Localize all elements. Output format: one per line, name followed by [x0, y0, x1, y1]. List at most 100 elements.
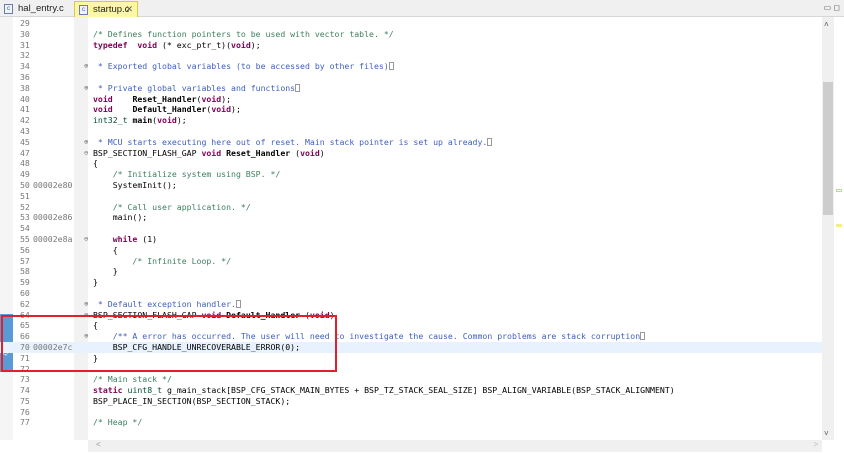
overview-mark[interactable] — [836, 224, 842, 227]
code-token: ) — [319, 147, 325, 158]
code-text: * Default exception handler. — [93, 299, 241, 310]
code-token: g_main_stack[BSP_CFG_STACK_MAIN_BYTES + … — [162, 385, 675, 396]
code-token: (* exc_ptr_t)( — [157, 39, 232, 50]
code-line[interactable]: 54 — [0, 223, 822, 234]
scroll-right-icon[interactable]: > — [813, 440, 818, 449]
maximize-icon[interactable]: ◻ — [833, 3, 840, 12]
code-text: { — [93, 245, 118, 256]
code-token: * Private global variables and functions — [93, 82, 296, 93]
code-token: main(); — [93, 212, 148, 223]
line-number: 50 — [20, 179, 30, 190]
code-line[interactable]: 48 { — [0, 158, 822, 169]
code-line[interactable]: 36 — [0, 72, 822, 83]
line-number: 74 — [20, 385, 30, 396]
code-token: { — [93, 158, 98, 169]
code-token: void — [201, 93, 222, 104]
code-line[interactable]: 74 static uint8_t g_main_stack[BSP_CFG_ST… — [0, 385, 822, 396]
code-line[interactable]: 42 int32_t main(void); — [0, 115, 822, 126]
minimize-icon[interactable]: ▭ — [824, 3, 832, 12]
code-line[interactable]: 73 /* Main stack */ — [0, 374, 822, 385]
code-line[interactable]: 43 — [0, 126, 822, 137]
tab-label: hal_entry.c — [18, 3, 64, 14]
code-token: } — [93, 266, 118, 277]
code-line[interactable]: 41 void Default_Handler(void); — [0, 104, 822, 115]
code-line[interactable]: 55 00002e8a ⊖ while (1) — [0, 234, 822, 245]
code-token: ( — [290, 147, 301, 158]
expand-fold-icon[interactable]: ⊕ — [84, 61, 88, 72]
collapse-fold-icon[interactable]: ⊖ — [84, 148, 88, 159]
line-number: 40 — [20, 93, 30, 104]
code-token: void — [137, 39, 158, 50]
line-number: 48 — [20, 158, 30, 169]
code-token: /* Infinite Loop. */ — [93, 255, 232, 266]
code-text: static uint8_t g_main_stack[BSP_CFG_STAC… — [93, 385, 675, 396]
folded-content-icon[interactable] — [640, 332, 646, 341]
scroll-left-icon[interactable]: < — [96, 440, 101, 449]
line-number: 52 — [20, 201, 30, 212]
vertical-scrollbar[interactable]: ˄ ˅ — [822, 17, 834, 440]
code-token: void — [211, 104, 232, 115]
code-token: } — [93, 277, 98, 288]
code-line[interactable]: 56 { — [0, 245, 822, 256]
close-tab-icon[interactable]: ✕ — [125, 2, 133, 17]
line-number: 34 — [20, 61, 30, 72]
code-token: Reset_Handler — [226, 147, 291, 158]
code-line[interactable]: 53 00002e86 main(); — [0, 212, 822, 223]
scroll-up-icon[interactable]: ˄ — [824, 20, 829, 29]
code-line[interactable]: 62 ⊕ * Default exception handler. — [0, 299, 822, 310]
line-number: 57 — [20, 255, 30, 266]
code-line[interactable]: 30 /* Defines function pointers to be use… — [0, 29, 822, 40]
code-line[interactable]: 59} — [0, 277, 822, 288]
code-text: void Default_Handler(void); — [93, 104, 241, 115]
code-line[interactable]: 38 ⊕ * Private global variables and funct… — [0, 83, 822, 94]
scroll-down-icon[interactable]: ˅ — [824, 429, 829, 438]
code-line[interactable]: 57 /* Infinite Loop. */ — [0, 256, 822, 267]
code-line[interactable]: 32 — [0, 50, 822, 61]
code-line[interactable]: 76 — [0, 407, 822, 418]
tab-startup[interactable]: c startup.c ✕ — [74, 1, 138, 17]
scrollbar-thumb[interactable] — [823, 82, 833, 215]
code-text: * MCU starts executing here out of reset… — [93, 137, 493, 148]
code-line[interactable]: 29 — [0, 18, 822, 29]
line-number: 43 — [20, 125, 30, 136]
folded-content-icon[interactable] — [295, 83, 301, 92]
code-line[interactable]: 52 /* Call user application. */ — [0, 202, 822, 213]
code-text: * Private global variables and functions — [93, 82, 301, 94]
expand-fold-icon[interactable]: ⊕ — [84, 137, 88, 148]
code-line[interactable]: 40 void Reset_Handler(void); — [0, 94, 822, 105]
line-number: 53 — [20, 212, 30, 223]
expand-fold-icon[interactable]: ⊕ — [84, 299, 88, 310]
folded-content-icon[interactable] — [388, 62, 394, 71]
folded-content-icon[interactable] — [235, 299, 241, 308]
code-line[interactable]: 50 00002e80 SystemInit(); — [0, 180, 822, 191]
code-text: * Exported global variables (to be acces… — [93, 61, 394, 72]
instruction-address: 00002e86 — [33, 212, 73, 223]
code-token: SystemInit(); — [93, 179, 177, 190]
tab-hal-entry[interactable]: c hal_entry.c — [0, 1, 72, 17]
code-line[interactable]: 75 BSP_PLACE_IN_SECTION(BSP_SECTION_STACK… — [0, 396, 822, 407]
collapse-fold-icon[interactable]: ⊖ — [84, 234, 88, 245]
code-token: uint8_t — [127, 385, 163, 396]
code-line[interactable]: 45 ⊕ * MCU starts executing here out of r… — [0, 137, 822, 148]
code-line[interactable]: 58 } — [0, 266, 822, 277]
line-number: 62 — [20, 298, 30, 309]
code-line[interactable]: 47 ⊖ BSP_SECTION_FLASH_GAP void Reset_Hand… — [0, 148, 822, 159]
code-line[interactable]: 51 — [0, 191, 822, 202]
overview-mark[interactable] — [836, 189, 842, 192]
code-token: void — [93, 93, 113, 104]
code-text: SystemInit(); — [93, 180, 177, 191]
code-text: typedef void (* exc_ptr_t)(void); — [93, 40, 261, 51]
line-number: 76 — [20, 406, 30, 417]
expand-fold-icon[interactable]: ⊕ — [84, 83, 88, 94]
code-line[interactable]: 31 typedef void (* exc_ptr_t)(void); — [0, 40, 822, 51]
code-text: /* Initialize system using BSP. */ — [93, 169, 281, 180]
code-line[interactable]: 49 /* Initialize system using BSP. */ — [0, 169, 822, 180]
folded-content-icon[interactable] — [487, 137, 493, 146]
code-line[interactable]: 60 — [0, 288, 822, 299]
code-line[interactable]: 77 /* Heap */ — [0, 417, 822, 428]
horizontal-scrollbar[interactable]: < > — [88, 440, 822, 452]
code-token: typedef — [93, 39, 128, 50]
code-line[interactable]: 34 ⊕ * Exported global variables (to be a… — [0, 61, 822, 72]
